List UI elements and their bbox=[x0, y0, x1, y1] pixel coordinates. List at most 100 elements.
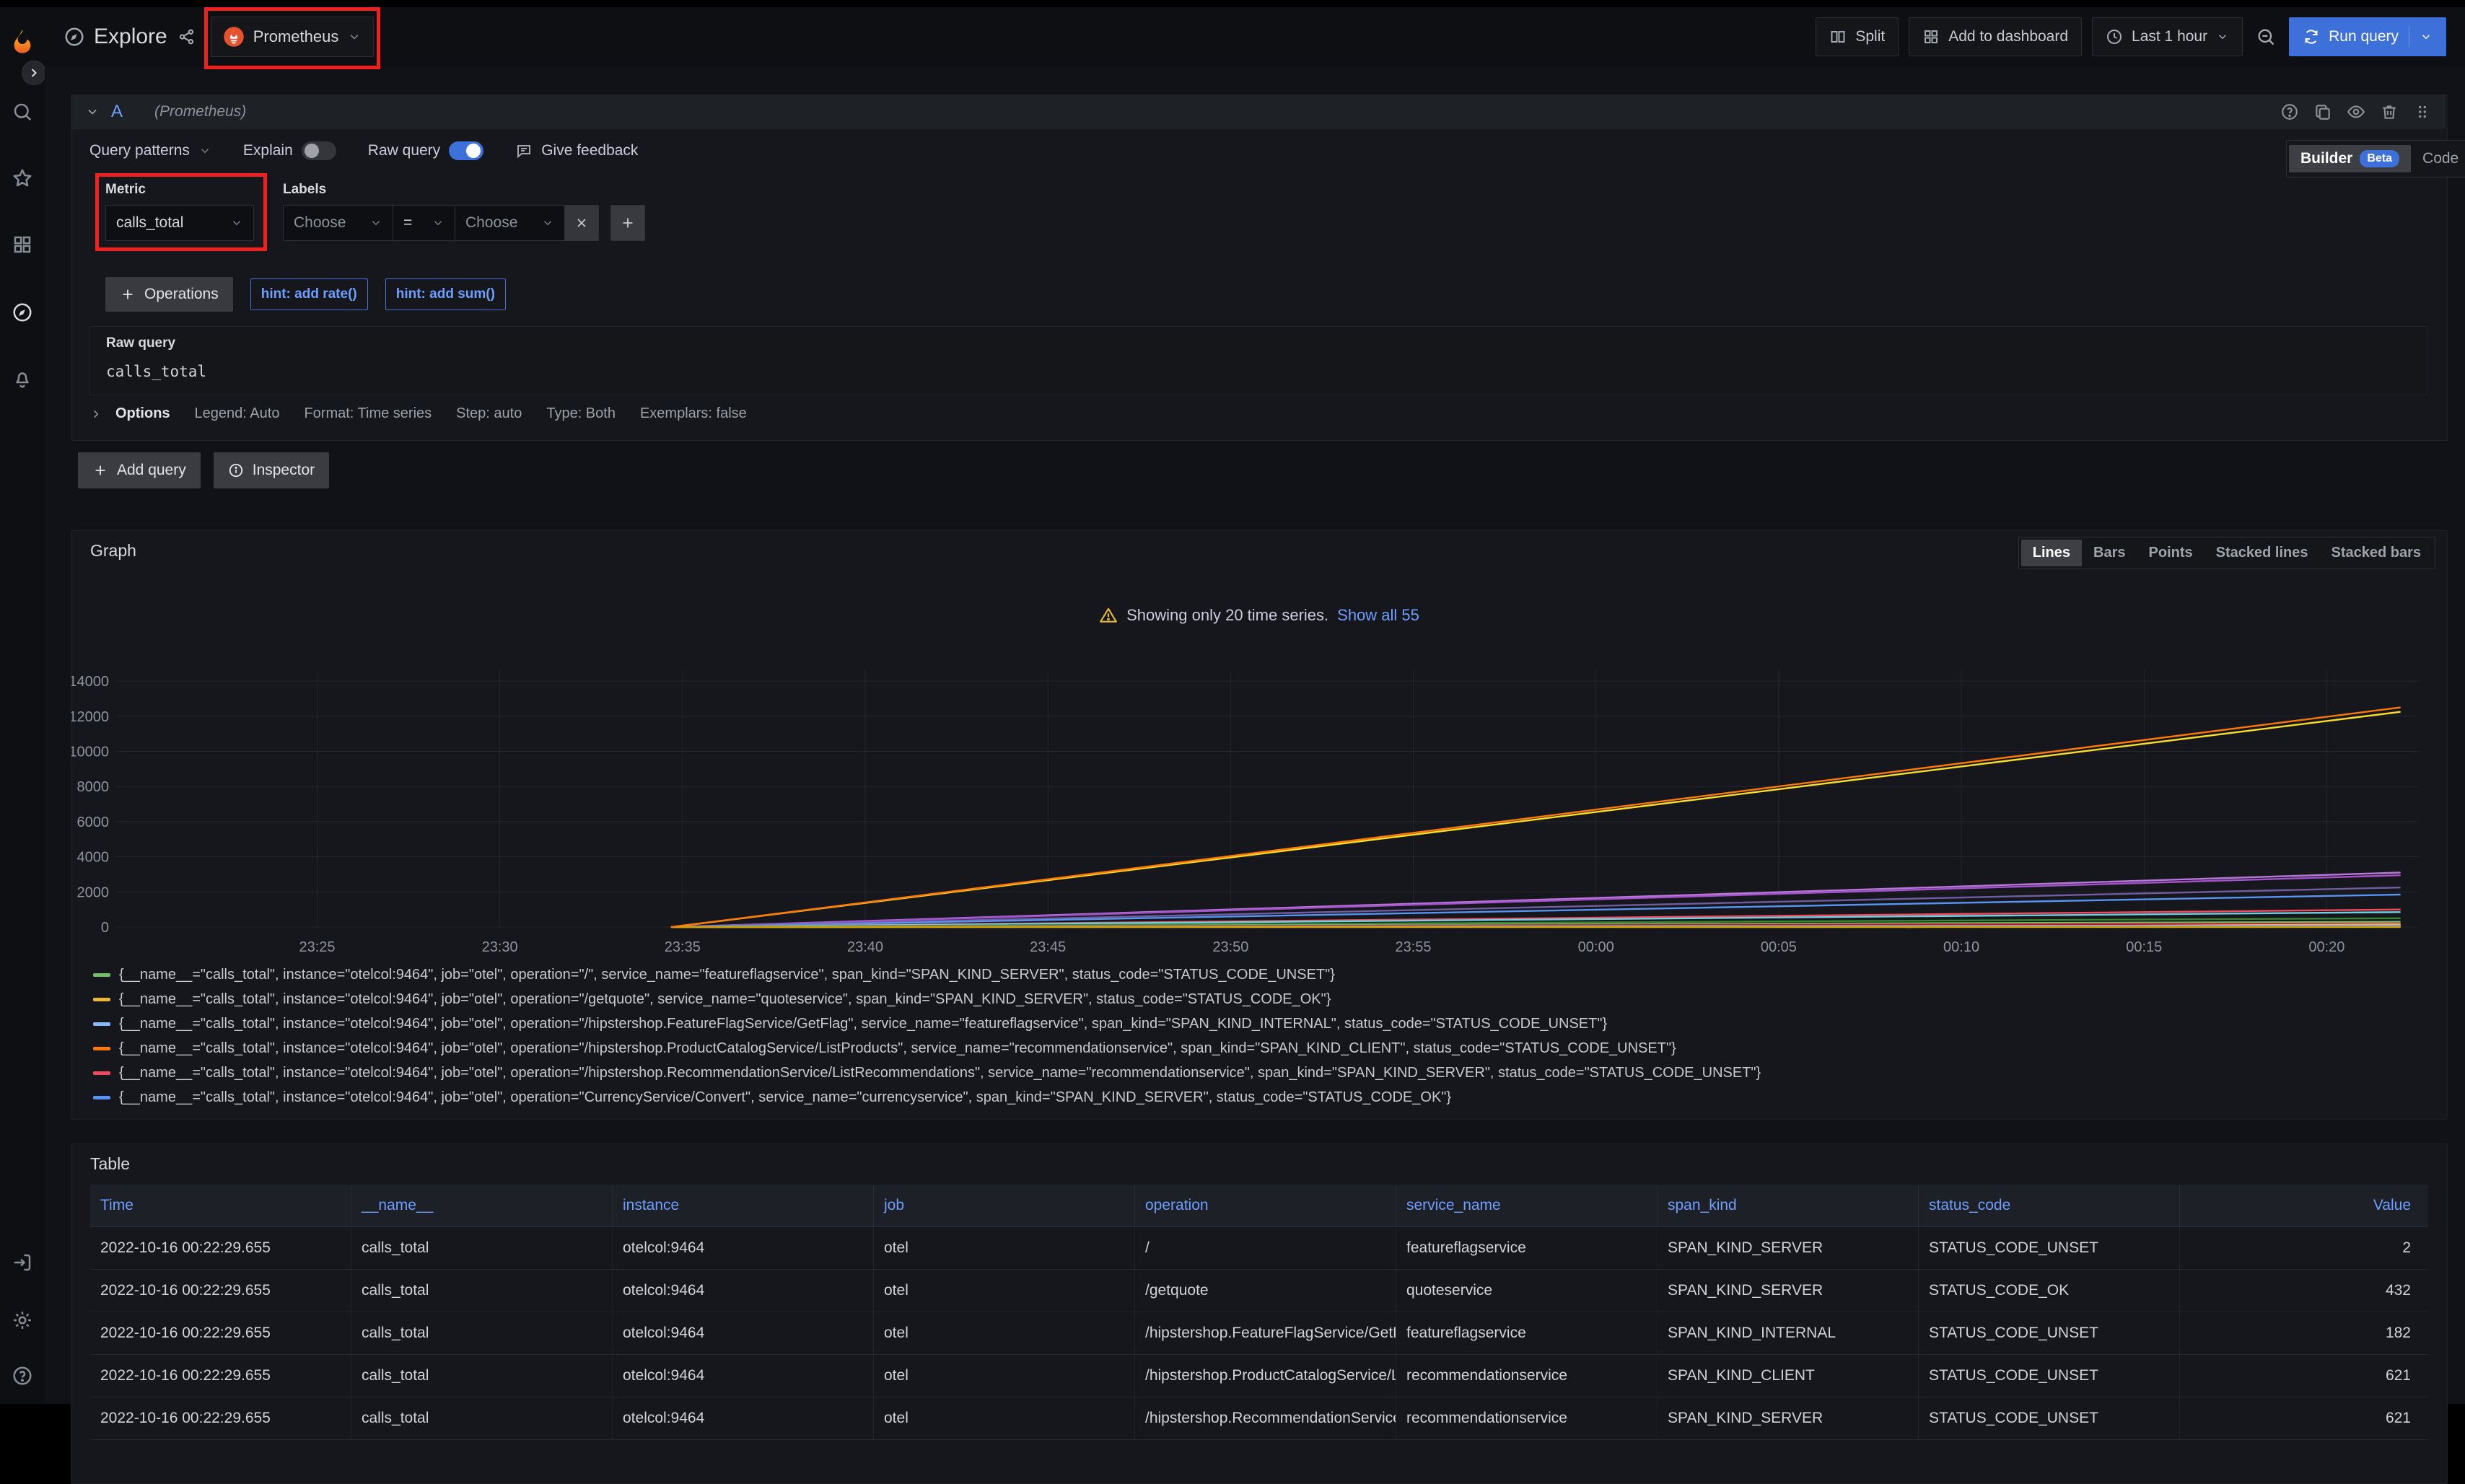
add-label-filter-button[interactable] bbox=[610, 205, 645, 241]
x-axis-tick-label: 23:40 bbox=[847, 939, 883, 955]
add-to-dashboard-button[interactable]: Add to dashboard bbox=[1909, 17, 2082, 56]
raw-query-toggle-group: Raw query bbox=[368, 141, 483, 160]
code-mode-tab[interactable]: Code bbox=[2411, 145, 2465, 172]
graph-mode-bars[interactable]: Bars bbox=[2082, 540, 2137, 566]
label-value-select[interactable]: Choose bbox=[455, 205, 564, 241]
help-icon[interactable] bbox=[12, 1365, 33, 1387]
explain-toggle[interactable] bbox=[302, 141, 336, 160]
operations-label: Operations bbox=[144, 286, 219, 303]
x-axis-tick-label: 23:25 bbox=[299, 939, 335, 955]
drag-handle-icon[interactable] bbox=[2413, 102, 2432, 121]
time-series-line bbox=[672, 873, 2400, 928]
graph-mode-stacked-lines[interactable]: Stacked lines bbox=[2205, 540, 2320, 566]
column-header-service-name[interactable]: service_name bbox=[1396, 1185, 1658, 1226]
split-button[interactable]: Split bbox=[1816, 17, 1899, 56]
query-options-row[interactable]: Options Legend: AutoFormat: Time seriesS… bbox=[89, 405, 747, 422]
table-panel: Table Time__name__instancejoboperationse… bbox=[71, 1143, 2448, 1484]
table-cell: 2022-10-16 00:22:29.655 bbox=[90, 1227, 351, 1269]
starred-icon[interactable] bbox=[12, 167, 33, 189]
show-all-series-link[interactable]: Show all 55 bbox=[1337, 606, 1419, 625]
dashboards-icon[interactable] bbox=[12, 234, 33, 255]
time-series-chart[interactable]: 0200040006000800010000120001400023:2523:… bbox=[71, 531, 2447, 964]
column-header-time[interactable]: Time bbox=[90, 1185, 351, 1226]
table-cell: otelcol:9464 bbox=[613, 1270, 874, 1312]
hide-response-eye-icon[interactable] bbox=[2347, 102, 2365, 121]
label-key-select[interactable]: Choose bbox=[283, 205, 393, 241]
explore-compass-icon[interactable] bbox=[12, 302, 33, 323]
legend-item[interactable]: {__name__="calls_total", instance="otelc… bbox=[93, 962, 2425, 987]
duplicate-query-icon[interactable] bbox=[2313, 102, 2332, 121]
legend-item[interactable]: {__name__="calls_total", instance="otelc… bbox=[93, 987, 2425, 1011]
x-axis-tick-label: 23:45 bbox=[1030, 939, 1066, 955]
plus-icon bbox=[92, 462, 108, 478]
hint-add-rate-button[interactable]: hint: add rate() bbox=[250, 278, 368, 310]
alerting-bell-icon[interactable] bbox=[12, 368, 33, 390]
time-series-line bbox=[672, 895, 2400, 927]
legend-item[interactable]: {__name__="calls_total", instance="otelc… bbox=[93, 1085, 2425, 1110]
grafana-logo-icon[interactable] bbox=[9, 27, 36, 55]
column-header-instance[interactable]: instance bbox=[613, 1185, 874, 1226]
legend-series-label: {__name__="calls_total", instance="otelc… bbox=[119, 1040, 1676, 1057]
column-header-value[interactable]: Value bbox=[2180, 1185, 2428, 1226]
table-cell: STATUS_CODE_UNSET bbox=[1919, 1312, 2180, 1354]
inspector-button[interactable]: Inspector bbox=[214, 452, 329, 488]
hint-add-sum-button[interactable]: hint: add sum() bbox=[385, 278, 506, 310]
series-limit-warning-text: Showing only 20 time series. bbox=[1126, 606, 1328, 625]
sidebar bbox=[0, 7, 45, 1404]
query-patterns-dropdown[interactable]: Query patterns bbox=[89, 142, 211, 159]
metric-select[interactable]: calls_total bbox=[105, 205, 254, 241]
share-icon[interactable] bbox=[178, 27, 196, 46]
column-header-operation[interactable]: operation bbox=[1135, 1185, 1396, 1226]
sidebar-expand-button[interactable] bbox=[22, 61, 46, 85]
add-query-button[interactable]: Add query bbox=[78, 452, 201, 488]
column-header-status-code[interactable]: status_code bbox=[1919, 1185, 2180, 1226]
settings-gear-icon[interactable] bbox=[12, 1309, 33, 1331]
legend-item[interactable]: {__name__="calls_total", instance="otelc… bbox=[93, 1110, 2425, 1115]
chevron-down-icon[interactable] bbox=[2420, 30, 2433, 43]
legend-item[interactable]: {__name__="calls_total", instance="otelc… bbox=[93, 1011, 2425, 1036]
time-range-picker[interactable]: Last 1 hour bbox=[2092, 17, 2243, 56]
options-collapse[interactable]: Options bbox=[89, 405, 170, 422]
remove-label-filter-button[interactable] bbox=[564, 205, 599, 241]
graph-mode-stacked-bars[interactable]: Stacked bars bbox=[2319, 540, 2433, 566]
run-query-button[interactable]: Run query bbox=[2289, 17, 2446, 56]
option-summary-item: Legend: Auto bbox=[195, 405, 280, 422]
give-feedback-link[interactable]: Give feedback bbox=[515, 142, 638, 159]
operations-button[interactable]: Operations bbox=[105, 277, 233, 312]
legend-item[interactable]: {__name__="calls_total", instance="otelc… bbox=[93, 1061, 2425, 1085]
column-header-span-kind[interactable]: span_kind bbox=[1658, 1185, 1919, 1226]
zoom-out-icon[interactable] bbox=[2256, 27, 2276, 47]
search-icon[interactable] bbox=[12, 101, 33, 123]
remove-query-trash-icon[interactable] bbox=[2380, 102, 2399, 121]
y-axis-tick-label: 2000 bbox=[77, 884, 110, 900]
run-query-label: Run query bbox=[2329, 28, 2399, 45]
y-axis-tick-label: 14000 bbox=[71, 674, 109, 690]
query-row-header[interactable]: A (Prometheus) bbox=[71, 95, 2446, 129]
builder-mode-tab[interactable]: Builder Beta bbox=[2289, 145, 2411, 172]
split-icon bbox=[1829, 28, 1847, 45]
collapse-chevron-icon[interactable] bbox=[85, 105, 100, 119]
time-series-line bbox=[672, 923, 2400, 927]
label-operator-select[interactable]: = bbox=[393, 205, 455, 241]
y-axis-tick-label: 0 bbox=[101, 920, 109, 936]
legend-item[interactable]: {__name__="calls_total", instance="otelc… bbox=[93, 1036, 2425, 1061]
raw-query-toggle[interactable] bbox=[449, 141, 483, 160]
sign-in-icon[interactable] bbox=[12, 1252, 33, 1273]
time-series-line bbox=[672, 910, 2400, 927]
graph-mode-points[interactable]: Points bbox=[2137, 540, 2205, 566]
graph-mode-lines[interactable]: Lines bbox=[2021, 540, 2082, 566]
raw-query-expression: calls_total bbox=[106, 363, 206, 380]
query-patterns-label: Query patterns bbox=[89, 142, 190, 159]
editor-mode-switch: Builder Beta Code bbox=[2286, 140, 2465, 177]
column-header-job[interactable]: job bbox=[874, 1185, 1135, 1226]
column-header--name-[interactable]: __name__ bbox=[351, 1185, 613, 1226]
query-help-icon[interactable] bbox=[2280, 102, 2299, 121]
raw-query-preview: Raw query calls_total bbox=[89, 326, 2427, 395]
query-actions: Add query Inspector bbox=[78, 452, 329, 488]
close-x-icon bbox=[574, 216, 589, 230]
datasource-picker[interactable]: Prometheus bbox=[211, 17, 375, 57]
table-cell: SPAN_KIND_SERVER bbox=[1658, 1270, 1919, 1312]
option-summary-item: Type: Both bbox=[546, 405, 616, 422]
x-axis-tick-label: 00:20 bbox=[2308, 939, 2344, 955]
table-cell: calls_total bbox=[351, 1312, 613, 1354]
